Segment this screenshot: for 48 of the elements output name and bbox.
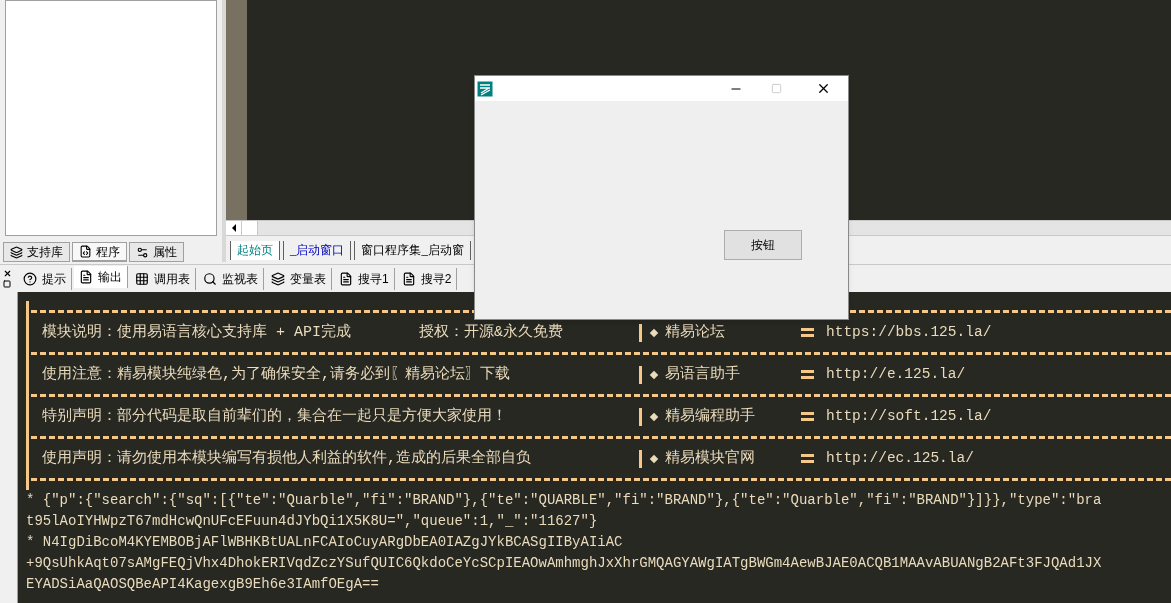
site-name: 精易编程助手 <box>665 406 756 427</box>
site-name: 精易论坛 <box>665 322 726 343</box>
editor-tab[interactable]: _启动窗口 <box>283 241 352 260</box>
close-icon[interactable] <box>816 81 831 96</box>
bullet-icon <box>649 454 659 463</box>
bullet-icon <box>649 328 659 337</box>
site-name: 精易模块官网 <box>665 448 756 469</box>
log-line: EYADSiAaQAOSQBeAPI4KagexgB9Eh6e3IAmfOEgA== <box>26 575 380 594</box>
bullet-icon <box>649 412 659 421</box>
site-url: http://ec.125.la/ <box>826 449 974 468</box>
log-line: * {"p":{"search":{"sq":[{"te":"Quarble","fi":"BRAND"},{"te":"QUARBLE","fi":"BRAND"},{"te":"Quarble","fi":"BRAND"}]}},"type":"bra <box>26 491 1103 510</box>
restore-icon[interactable] <box>3 280 11 288</box>
equals-icon <box>801 370 814 379</box>
editor-tab[interactable]: 起始页 <box>230 241 280 260</box>
banner-text: 特别声明：部分代码是取自前辈们的，集合在一起只是方便大家使用！ <box>42 406 507 427</box>
log-line: t95lAoIYHWpzT67mdHcwQnUFcEFuun4dJYbQi1X5K8U=","queue":1,"_":"11627"} <box>26 512 599 531</box>
tab-icon <box>23 271 37 286</box>
tab-icon <box>271 271 285 286</box>
panel-tab[interactable]: 程序 <box>72 242 127 262</box>
equals-icon <box>801 412 814 421</box>
tab-icon <box>79 245 92 258</box>
tab-icon <box>136 245 149 259</box>
banner-text: 使用声明：请勿使用本模块编写有损他人利益的软件,造成的后果全部自负 <box>42 448 531 469</box>
panel-tab[interactable]: 支持库 <box>3 242 70 262</box>
site-url: http://soft.125.la/ <box>826 407 992 426</box>
site-name: 易语言助手 <box>665 364 741 385</box>
tab-icon <box>203 271 217 286</box>
tab-icon <box>401 271 416 286</box>
equals-icon <box>801 328 814 337</box>
log-line: * N4IgDiBcoM4KYEMBOBjAFlWBHKBtUALnFCAIoCuyARgDbEA0IAZgJYkBCASgIIByAIiAC <box>26 533 624 552</box>
site-url: https://bbs.125.la/ <box>826 323 992 342</box>
close-icon[interactable] <box>2 269 12 278</box>
equals-icon <box>801 454 814 463</box>
site-url: http://e.125.la/ <box>826 365 966 384</box>
scroll-thumb[interactable] <box>242 221 258 235</box>
banner-text: 使用注意：精易模块纯绿色,为了确保安全,请务必到〖精易论坛〗下载 <box>42 364 510 385</box>
log-line: +9QsUhkAqt07sAMgFEQjVhx4DhokERIVqdZczYSufQUIC6QkdoCeYcSCpIEAOwAmhmghJxXhrGMQAGYAWgIATgBWGm4AewBJAE0ACQB1MAAvABUANgB2AFt3FJQAd1JX <box>26 554 1103 573</box>
banner-text: 模块说明：使用易语言核心支持库 + API完成 <box>42 322 351 343</box>
output-tab[interactable]: 输出 <box>74 265 128 288</box>
tab-icon <box>10 245 23 259</box>
bullet-icon <box>649 370 659 379</box>
banner-text: 授权：开源&永久免费 <box>419 322 564 343</box>
tab-icon <box>339 271 353 286</box>
tab-icon <box>79 269 93 284</box>
dialog-button[interactable]: 按钮 <box>724 230 802 260</box>
panel-tab[interactable]: 属性 <box>129 242 184 262</box>
editor-tab[interactable]: 窗口程序集_启动窗 <box>354 241 471 260</box>
tab-icon <box>135 271 149 286</box>
